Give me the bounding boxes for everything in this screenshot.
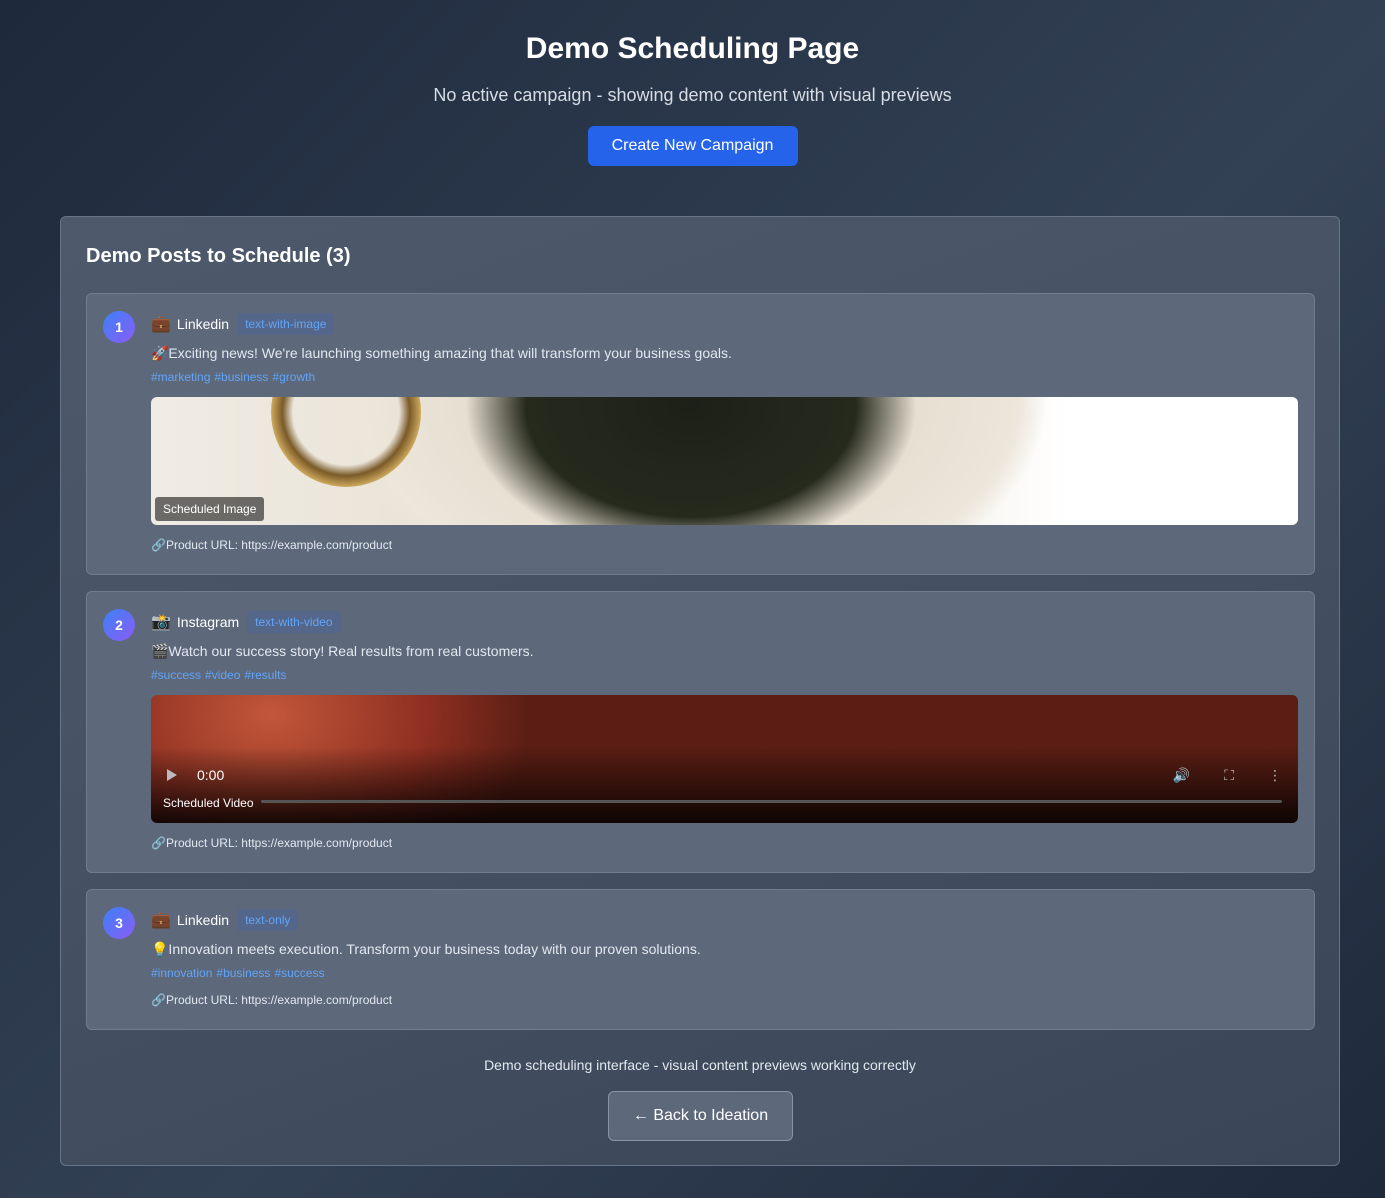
platform-name: Linkedin <box>176 316 230 332</box>
media-label: Scheduled Image <box>155 497 265 521</box>
platform-name: Linkedin <box>176 912 230 928</box>
scheduled-image-preview: Scheduled Image <box>151 397 1298 525</box>
post-text: 🚀Exciting news! We're launching somethin… <box>151 345 732 361</box>
create-campaign-button[interactable]: Create New Campaign <box>587 126 798 166</box>
product-url: 🔗Product URL: https://example.com/produc… <box>151 993 393 1007</box>
hashtag: #results <box>244 668 287 682</box>
post-type-badge: text-with-image <box>237 313 335 335</box>
post-card: 1 💼 Linkedin text-with-image 🚀Exciting n… <box>86 293 1315 575</box>
post-hashtags: #success #video #results <box>151 668 1298 682</box>
hashtag: #video <box>205 668 241 682</box>
briefcase-icon: 💼 <box>151 316 171 333</box>
briefcase-icon: 💼 <box>151 912 171 929</box>
post-card: 2 📸 Instagram text-with-video 🎬Watch our… <box>86 591 1315 873</box>
hashtag: #business <box>216 966 271 980</box>
page-title: Demo Scheduling Page <box>525 32 860 65</box>
back-to-ideation-button[interactable]: ← Back to Ideation <box>608 1091 793 1141</box>
product-url: 🔗Product URL: https://example.com/produc… <box>151 538 393 552</box>
post-type-badge: text-only <box>237 909 299 931</box>
panel-title: Demo Posts to Schedule (3) <box>86 245 351 267</box>
product-url: 🔗Product URL: https://example.com/produc… <box>151 836 393 850</box>
platform-name: Instagram <box>176 614 240 630</box>
hashtag: #business <box>214 370 269 384</box>
hashtag: #success <box>274 966 325 980</box>
post-number-badge: 1 <box>103 311 135 343</box>
volume-icon[interactable]: 🔊 <box>1173 767 1190 784</box>
image-content <box>271 397 421 487</box>
video-progress-bar[interactable] <box>261 800 1282 803</box>
media-label: Scheduled Video <box>163 796 254 810</box>
post-number-badge: 3 <box>103 907 135 939</box>
camera-icon: 📸 <box>151 614 171 631</box>
video-controls: 0:00 🔊 ⛶ ⋮ <box>151 763 1298 787</box>
post-number-badge: 2 <box>103 609 135 641</box>
hashtag: #innovation <box>151 966 213 980</box>
fullscreen-icon[interactable]: ⛶ <box>1224 767 1234 784</box>
footer-note: Demo scheduling interface - visual conte… <box>484 1057 916 1073</box>
post-hashtags: #marketing #business #growth <box>151 370 1298 384</box>
scheduled-video-player[interactable]: 0:00 🔊 ⛶ ⋮ Scheduled Video <box>151 695 1298 823</box>
video-time: 0:00 <box>197 767 225 783</box>
play-icon[interactable] <box>167 769 177 781</box>
posts-panel: Demo Posts to Schedule (3) 1 💼 Linkedin … <box>60 216 1340 1166</box>
post-type-badge: text-with-video <box>247 611 341 633</box>
page-subtitle: No active campaign - showing demo conten… <box>433 85 952 105</box>
hashtag: #success <box>151 668 202 682</box>
post-card: 3 💼 Linkedin text-only 💡Innovation meets… <box>86 889 1315 1030</box>
post-text: 🎬Watch our success story! Real results f… <box>151 643 534 659</box>
hashtag: #growth <box>272 370 316 384</box>
hashtag: #marketing <box>151 370 211 384</box>
post-hashtags: #innovation #business #success <box>151 966 1298 980</box>
post-text: 💡Innovation meets execution. Transform y… <box>151 941 701 957</box>
page-header: Demo Scheduling Page No active campaign … <box>0 0 1385 166</box>
more-options-icon[interactable]: ⋮ <box>1268 767 1282 784</box>
